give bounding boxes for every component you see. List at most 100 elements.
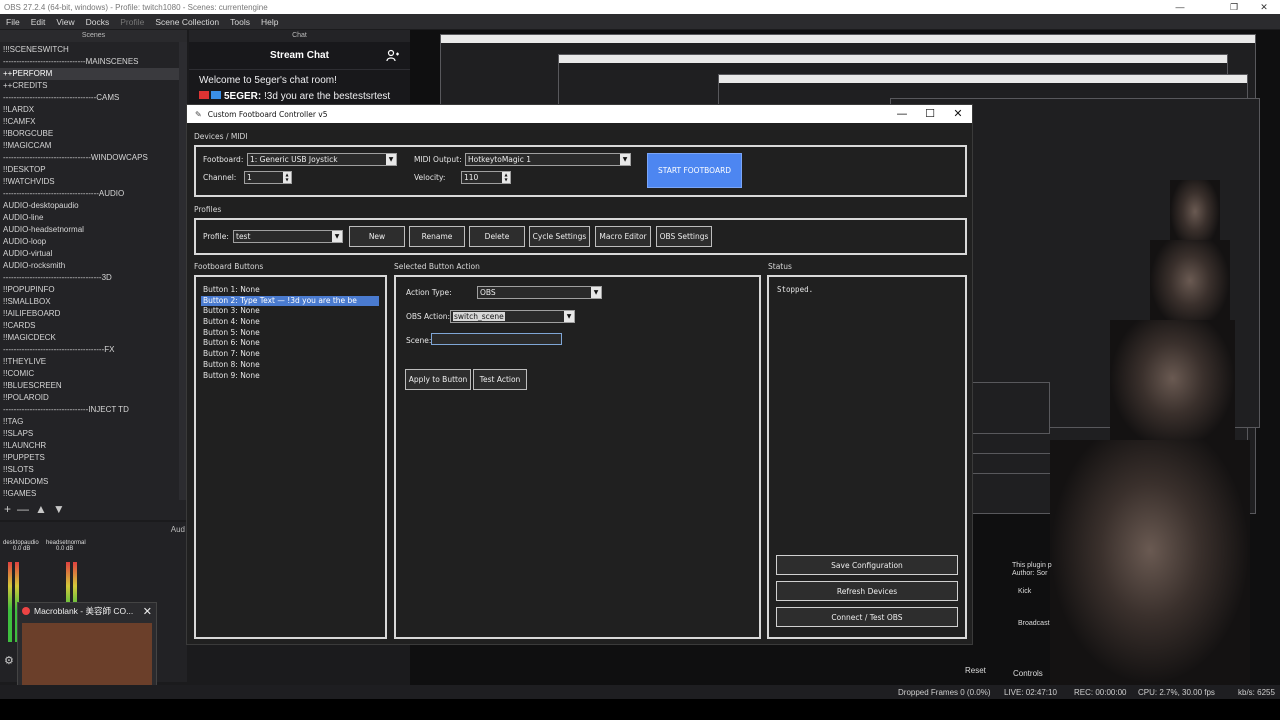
add-scene-icon[interactable]: +: [4, 502, 11, 516]
menu-view[interactable]: View: [56, 17, 74, 27]
scene-item[interactable]: AUDIO-virtual: [0, 248, 179, 260]
minimize-icon[interactable]: —: [887, 106, 917, 122]
scene-item[interactable]: !!LARDX: [0, 104, 179, 116]
scene-item[interactable]: !!RANDOMS: [0, 476, 179, 488]
footboard-button-item[interactable]: Button 5: None: [201, 328, 379, 339]
channel-value: 1: [247, 173, 252, 182]
menu-file[interactable]: File: [6, 17, 20, 27]
velocity-spinbox[interactable]: 110 ▲ ▼: [461, 171, 511, 184]
scene-item[interactable]: -------------------------------------3D: [0, 272, 179, 284]
chat-message: 5EGER: !3d you are the bestestsrtest: [189, 86, 410, 102]
scene-item[interactable]: !!GAMES: [0, 488, 179, 500]
save-configuration-button[interactable]: Save Configuration: [776, 555, 958, 575]
close-icon[interactable]: ✕: [143, 605, 152, 618]
scene-item[interactable]: !!BORGCUBE: [0, 128, 179, 140]
scene-item[interactable]: AUDIO-rocksmith: [0, 260, 179, 272]
status-text: Stopped.: [777, 285, 814, 294]
scene-item[interactable]: ++CREDITS: [0, 80, 179, 92]
footboard-button-item[interactable]: Button 8: None: [201, 360, 379, 371]
scene-item[interactable]: ------------------------------------AUDI…: [0, 188, 179, 200]
scene-item[interactable]: --------------------------------INJECT T…: [0, 404, 179, 416]
footboard-button-item[interactable]: Button 3: None: [201, 306, 379, 317]
scene-input[interactable]: [431, 333, 562, 345]
close-icon[interactable]: ✕: [1244, 0, 1280, 14]
scene-item[interactable]: !!THEYLIVE: [0, 356, 179, 368]
menu-help[interactable]: Help: [261, 17, 278, 27]
scene-item[interactable]: AUDIO-headsetnormal: [0, 224, 179, 236]
refresh-devices-button[interactable]: Refresh Devices: [776, 581, 958, 601]
new-profile-button[interactable]: New: [349, 226, 405, 247]
connect-obs-button[interactable]: Connect / Test OBS: [776, 607, 958, 627]
scenes-toolbar: + — ▲ ▼: [0, 500, 187, 518]
spin-arrows-icon[interactable]: ▲ ▼: [502, 172, 510, 183]
scene-item[interactable]: --------------------------------------FX: [0, 344, 179, 356]
test-action-button[interactable]: Test Action: [473, 369, 527, 390]
scene-item[interactable]: !!WATCHVIDS: [0, 176, 179, 188]
scene-item[interactable]: !!POPUPINFO: [0, 284, 179, 296]
menu-tools[interactable]: Tools: [230, 17, 250, 27]
rename-profile-button[interactable]: Rename: [409, 226, 465, 247]
footboard-button-item[interactable]: Button 2: Type Text — !3d you are the be: [201, 295, 379, 307]
macro-editor-button[interactable]: Macro Editor: [595, 226, 651, 247]
footboard-button-item[interactable]: Button 6: None: [201, 338, 379, 349]
gear-icon[interactable]: ⚙: [4, 654, 14, 667]
scene-item[interactable]: AUDIO-loop: [0, 236, 179, 248]
scene-item[interactable]: !!CAMFX: [0, 116, 179, 128]
maximize-icon[interactable]: ☐: [915, 106, 945, 122]
menu-docks[interactable]: Docks: [86, 17, 110, 27]
footboard-label: Footboard:: [203, 155, 244, 164]
footboard-button-item[interactable]: Button 7: None: [201, 349, 379, 360]
scene-item[interactable]: ---------------------------------WINDOWC…: [0, 152, 179, 164]
scene-item[interactable]: AUDIO-desktopaudio: [0, 200, 179, 212]
delete-profile-button[interactable]: Delete: [469, 226, 525, 247]
spin-arrows-icon[interactable]: ▲ ▼: [283, 172, 291, 183]
footboard-button-item[interactable]: Button 9: None: [201, 371, 379, 382]
scene-item[interactable]: !!SMALLBOX: [0, 296, 179, 308]
user-list-icon[interactable]: [386, 49, 400, 63]
scene-item[interactable]: !!TAG: [0, 416, 179, 428]
menu-edit[interactable]: Edit: [31, 17, 46, 27]
channel-label: Channel:: [203, 173, 237, 182]
volume-meter: [8, 562, 12, 642]
scene-item[interactable]: !!COMIC: [0, 368, 179, 380]
scene-item[interactable]: !!BLUESCREEN: [0, 380, 179, 392]
action-type-select[interactable]: OBS ▼: [477, 286, 602, 299]
scene-item[interactable]: -----------------------------------CAMS: [0, 92, 179, 104]
scene-item[interactable]: AUDIO-line: [0, 212, 179, 224]
devices-section-label: Devices / MIDI: [194, 132, 248, 141]
media-thumbnail: [22, 623, 152, 689]
obs-settings-button[interactable]: OBS Settings: [656, 226, 712, 247]
mixer-headsetnormal: headsetnormal 0.0 dB: [46, 540, 86, 552]
scene-item[interactable]: !!MAGICCAM: [0, 140, 179, 152]
menu-profile[interactable]: Profile: [120, 17, 144, 27]
footboard-button-item[interactable]: Button 4: None: [201, 317, 379, 328]
scene-item[interactable]: !!POLAROID: [0, 392, 179, 404]
obs-action-select[interactable]: switch_scene ▼: [450, 310, 575, 323]
scene-item[interactable]: !!DESKTOP: [0, 164, 179, 176]
scene-item[interactable]: !!LAUNCHR: [0, 440, 179, 452]
close-icon[interactable]: ✕: [943, 106, 973, 122]
menu-scene-collection[interactable]: Scene Collection: [155, 17, 219, 27]
footboard-select[interactable]: 1: Generic USB Joystick ▼: [247, 153, 397, 166]
apply-to-button[interactable]: Apply to Button: [405, 369, 471, 390]
scene-item[interactable]: -------------------------------MAINSCENE…: [0, 56, 179, 68]
move-up-icon[interactable]: ▲: [35, 502, 47, 516]
channel-spinbox[interactable]: 1 ▲ ▼: [244, 171, 292, 184]
scene-item[interactable]: ++PERFORM: [0, 68, 179, 80]
scene-item[interactable]: !!CARDS: [0, 320, 179, 332]
scene-item[interactable]: !!PUPPETS: [0, 452, 179, 464]
profile-select[interactable]: test ▼: [233, 230, 343, 243]
minimize-icon[interactable]: —: [1160, 0, 1200, 14]
move-down-icon[interactable]: ▼: [53, 502, 65, 516]
scene-item[interactable]: !!!SCENESWITCH: [0, 44, 179, 56]
scene-item[interactable]: !!SLOTS: [0, 464, 179, 476]
midi-output-select[interactable]: HotkeytoMagic 1 ▼: [465, 153, 631, 166]
cycle-settings-button[interactable]: Cycle Settings: [529, 226, 590, 247]
start-footboard-button[interactable]: START FOOTBOARD: [647, 153, 742, 188]
remove-scene-icon[interactable]: —: [17, 502, 29, 516]
reset-button[interactable]: Reset: [965, 666, 986, 675]
scene-item[interactable]: !!AILIFEBOARD: [0, 308, 179, 320]
footboard-button-item[interactable]: Button 1: None: [201, 285, 379, 296]
scene-item[interactable]: !!SLAPS: [0, 428, 179, 440]
scene-item[interactable]: !!MAGICDECK: [0, 332, 179, 344]
